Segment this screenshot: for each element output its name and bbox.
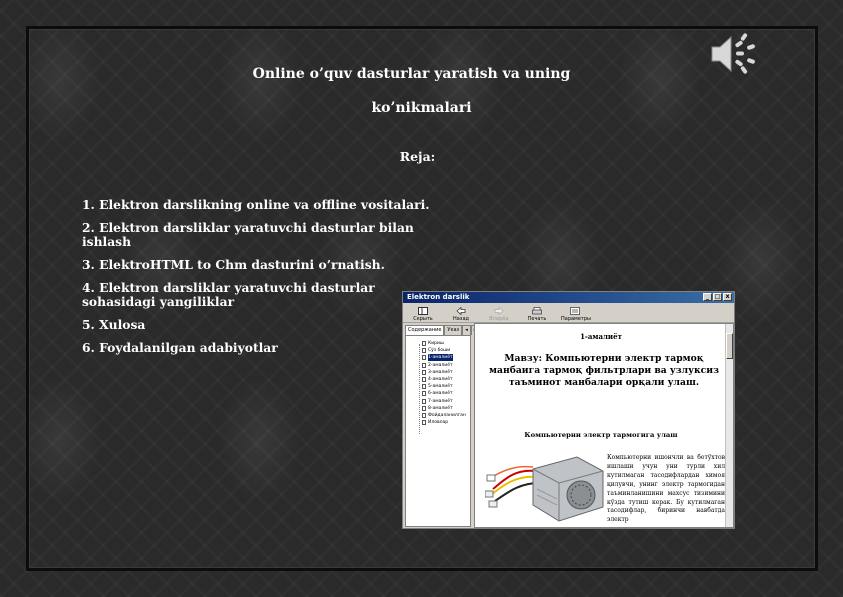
page-icon	[422, 362, 426, 368]
tree-item[interactable]: Сўз боши	[416, 347, 468, 354]
page-icon	[422, 369, 426, 375]
slide-title-line1: Online o’quv dasturlar yaratish va uning	[252, 66, 571, 82]
page-icon	[422, 384, 426, 390]
lesson-heading: 1-амалиёт	[580, 332, 622, 341]
back-icon	[456, 307, 466, 315]
options-button[interactable]: Параметры	[561, 307, 591, 322]
tree-item[interactable]: 5-амалиёт	[416, 383, 468, 390]
page-icon	[422, 420, 426, 426]
back-label: Назад	[452, 316, 469, 322]
window-title-bar: Elektron darslik _ □ x	[403, 292, 734, 303]
tree-item[interactable]: 3-амалиёт	[416, 369, 468, 376]
minimize-button[interactable]: _	[703, 293, 712, 301]
tree-item[interactable]: Кириш	[416, 340, 468, 347]
page-icon	[422, 355, 426, 361]
plan-list: 1. Elektron darslikning online va offlin…	[82, 198, 432, 364]
plan-item: 6. Foydalanilgan adabiyotlar	[82, 340, 278, 355]
page-icon	[422, 348, 426, 354]
tree-item[interactable]: 7-амалиёт	[416, 398, 468, 405]
window-toolbar: Скрыть Назад Вперёд Печать Параметры	[403, 303, 734, 323]
tree-item[interactable]: Фойдаланилган	[416, 412, 468, 419]
forward-icon	[494, 307, 504, 315]
window-title: Elektron darslik	[407, 293, 470, 301]
tree-item[interactable]: 2-амалиёт	[416, 362, 468, 369]
tab-scroll-left[interactable]: ◂	[462, 325, 471, 335]
tree-item-selected[interactable]: 1-амалиёт	[416, 354, 468, 362]
contents-tree: Кириш Сўз боши 1-амалиёт 2-амалиёт 3-ама…	[405, 335, 471, 527]
slide-title-line2: ko’nikmalari	[371, 100, 472, 116]
tree-item[interactable]: Иловлар	[416, 419, 468, 426]
content-scrollbar[interactable]	[725, 324, 733, 527]
content-pane: 1-амалиёт Мавзу: Компьютерни электр тарм…	[474, 323, 734, 528]
page-icon	[422, 391, 426, 397]
help-window: Elektron darslik _ □ x Скрыть Назад Впер…	[402, 291, 735, 529]
options-icon	[570, 307, 580, 315]
plan-item: 1. Elektron darslikning online va offlin…	[82, 197, 430, 212]
navigation-pane: Содержание Указ ◂ ▸ Кириш Сўз боши 1-ама…	[405, 325, 480, 527]
plan-heading: Reja:	[399, 149, 436, 164]
tree-item[interactable]: 8-амалиёт	[416, 405, 468, 412]
page-icon	[422, 405, 426, 411]
page-icon	[422, 341, 426, 347]
back-button[interactable]: Назад	[447, 307, 475, 322]
lesson-body-text: Компьютерни ишончли ва бетўхтов ишлаши у…	[607, 454, 725, 524]
close-button[interactable]: x	[723, 293, 732, 301]
plan-item: 5. Xulosa	[82, 317, 146, 332]
plan-item: 3. ElektroHTML to Chm dasturini o’rnatis…	[82, 257, 385, 272]
tab-contents[interactable]: Содержание	[405, 325, 445, 335]
plan-item: 4. Elektron darsliklar yaratuvchi dastur…	[82, 280, 375, 309]
hide-button[interactable]: Скрыть	[409, 307, 437, 322]
power-supply-image	[485, 456, 604, 522]
print-label: Печать	[527, 316, 547, 322]
tab-index[interactable]: Указ	[444, 325, 463, 335]
maximize-button[interactable]: □	[713, 293, 722, 301]
print-button[interactable]: Печать	[523, 307, 551, 322]
hide-label: Скрыть	[413, 316, 433, 322]
print-icon	[532, 307, 542, 315]
scrollbar-thumb[interactable]	[726, 333, 733, 359]
page-icon	[422, 398, 426, 404]
plan-item: 2. Elektron darsliklar yaratuvchi dastur…	[82, 220, 414, 249]
lesson-topic: Мавзу: Компьютерни электр тармоқ манбаиг…	[489, 353, 719, 388]
page-icon	[422, 412, 426, 418]
options-label: Параметры	[561, 316, 591, 322]
lesson-subheading: Компьютерни электр тармогига улаш	[524, 431, 678, 439]
tree-connector	[419, 344, 420, 434]
tree-item[interactable]: 4-амалиёт	[416, 376, 468, 383]
forward-button[interactable]: Вперёд	[485, 307, 513, 322]
forward-label: Вперёд	[489, 316, 509, 322]
hide-icon	[418, 307, 428, 315]
tree-item[interactable]: 6-амалиёт	[416, 390, 468, 397]
page-icon	[422, 377, 426, 383]
